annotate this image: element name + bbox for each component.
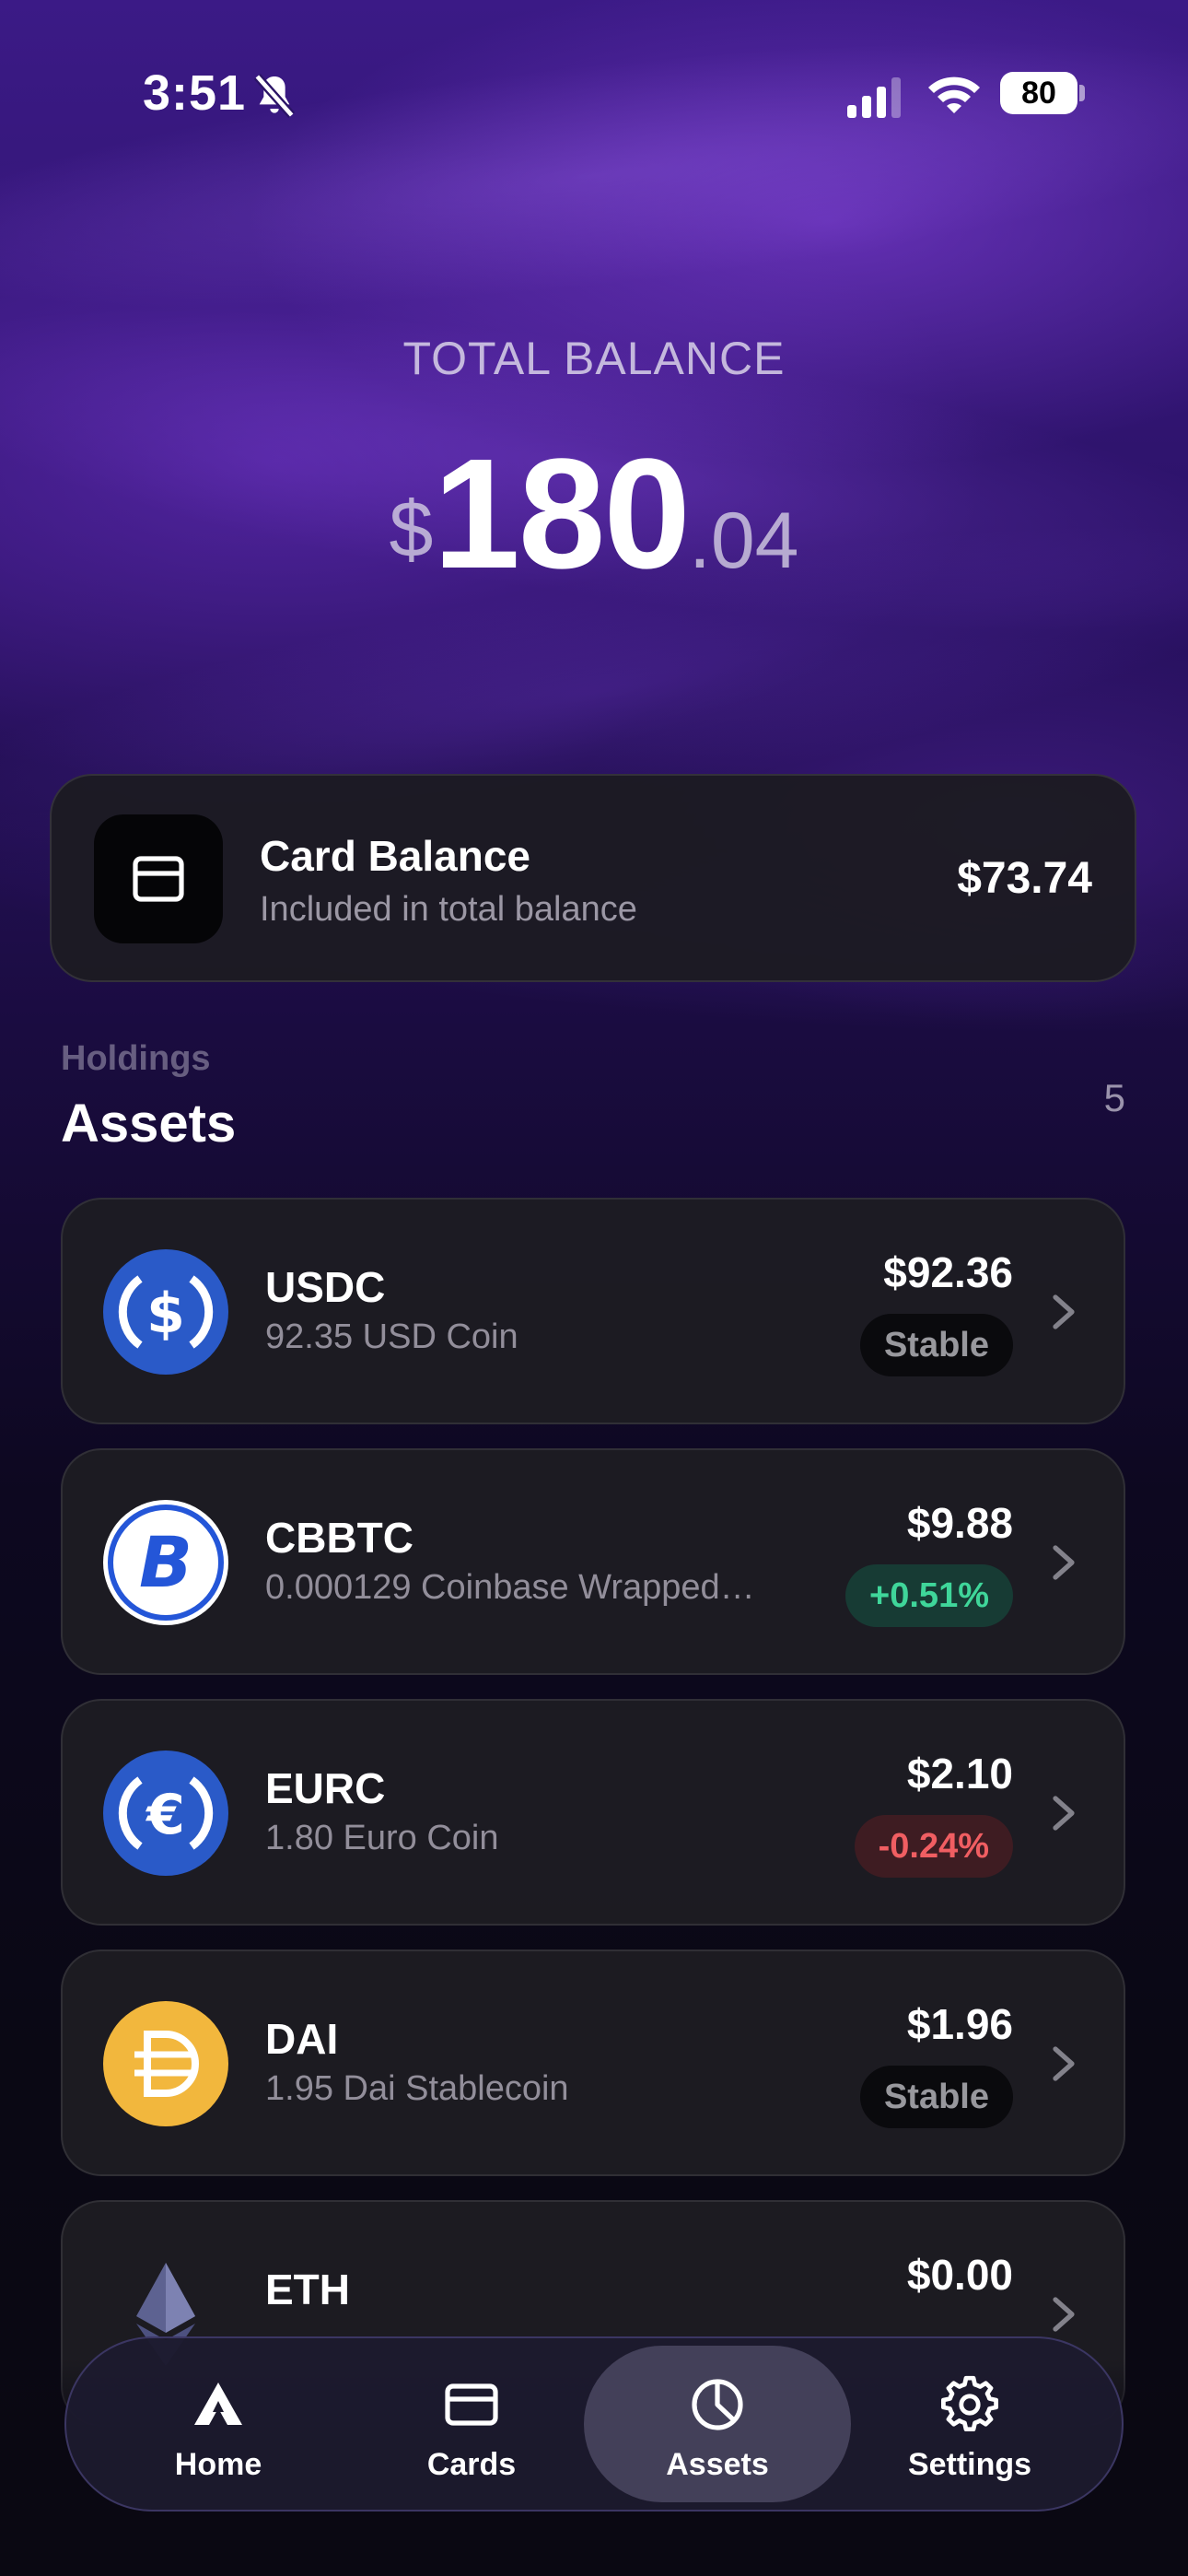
svg-text:€: €: [145, 1783, 185, 1847]
asset-row-cbbtc[interactable]: B CBBTC 0.000129 Coinbase Wrapped… $9.88…: [61, 1448, 1125, 1675]
svg-text:B: B: [139, 1521, 192, 1603]
wifi-icon: [928, 76, 980, 113]
euro-coin-icon: €: [103, 1751, 228, 1876]
asset-stable-badge: Stable: [859, 2066, 1013, 2128]
assets-heading: Assets: [61, 1094, 237, 1153]
asset-detail: 1.80 Euro Coin: [265, 1819, 499, 1857]
asset-detail: 92.35 USD Coin: [265, 1317, 518, 1356]
assets-screen: 3:51 80 TOTAL BALANCE $180.04 Card Balan…: [0, 0, 1188, 2576]
card-balance-amount: $73.74: [957, 854, 1092, 903]
total-balance-label: TOTAL BALANCE: [402, 333, 786, 384]
asset-value: $2.10: [906, 1750, 1013, 1797]
card-balance-subtitle: Included in total balance: [260, 890, 637, 929]
card-balance-title: Card Balance: [260, 832, 531, 880]
asset-symbol: USDC: [265, 1263, 386, 1311]
asset-symbol: CBBTC: [265, 1514, 413, 1562]
chevron-right-icon: [1053, 2297, 1075, 2332]
asset-stable-badge: Stable: [859, 1314, 1013, 1376]
usdc-icon: $: [103, 1249, 228, 1375]
holdings-label: Holdings: [61, 1039, 211, 1078]
battery-indicator: 80: [1000, 72, 1077, 114]
asset-value: $92.36: [883, 1248, 1013, 1296]
asset-row-eurc[interactable]: € EURC 1.80 Euro Coin $2.10 -0.24%: [61, 1699, 1125, 1926]
currency-symbol: $: [389, 486, 434, 574]
asset-symbol: ETH: [265, 2266, 350, 2313]
balance-fraction: .04: [688, 497, 799, 585]
chevron-right-icon: [1053, 1294, 1075, 1329]
card-balance-tile[interactable]: Card Balance Included in total balance $…: [50, 774, 1136, 982]
tab-settings[interactable]: Settings: [836, 2346, 1103, 2502]
tab-label: Assets: [666, 2447, 769, 2482]
asset-symbol: DAI: [265, 2015, 339, 2063]
tab-label: Cards: [426, 2447, 517, 2482]
asset-detail: 1.95 Dai Stablecoin: [265, 2069, 569, 2108]
asset-value: $9.88: [906, 1499, 1013, 1547]
asset-value: $0.00: [906, 2251, 1013, 2299]
status-time: 3:51: [143, 65, 247, 121]
chevron-right-icon: [1053, 2046, 1075, 2081]
asset-row-dai[interactable]: DAI 1.95 Dai Stablecoin $1.96 Stable: [61, 1950, 1125, 2176]
card-icon-box: [94, 814, 223, 943]
pie-chart-icon: [692, 2379, 743, 2430]
asset-detail: 0.000129 Coinbase Wrapped…: [265, 1568, 755, 1607]
status-bar: 3:51 80: [0, 64, 1188, 129]
chevron-right-icon: [1053, 1545, 1075, 1580]
tab-cards[interactable]: Cards: [338, 2346, 605, 2502]
asset-symbol: EURC: [265, 1764, 386, 1812]
battery-nub: [1079, 85, 1085, 101]
cellular-signal-icon: [847, 77, 901, 118]
total-balance-amount: $180.04: [0, 424, 1188, 604]
gear-icon: [941, 2375, 998, 2432]
chevron-right-icon: [1053, 1796, 1075, 1831]
svg-text:$: $: [146, 1282, 185, 1346]
bitcoin-icon: B: [103, 1500, 228, 1625]
bell-slash-icon: [253, 73, 296, 119]
home-logo-icon: [194, 2383, 242, 2425]
tab-assets[interactable]: Assets: [584, 2346, 851, 2502]
tab-label: Settings: [907, 2447, 1032, 2482]
tab-home[interactable]: Home: [85, 2346, 352, 2502]
card-icon: [133, 856, 184, 902]
tab-label: Home: [174, 2447, 262, 2482]
card-icon: [445, 2383, 498, 2426]
bottom-tab-bar: Home Cards Assets Settings: [64, 2336, 1124, 2512]
asset-value: $1.96: [906, 2000, 1013, 2048]
assets-count: 5: [1103, 1076, 1125, 1119]
asset-change-badge: +0.51%: [845, 1564, 1013, 1627]
asset-change-badge: -0.24%: [854, 1815, 1013, 1878]
background-wave: [0, 0, 1188, 377]
dai-icon: [103, 2001, 228, 2126]
asset-row-usdc[interactable]: $ USDC 92.35 USD Coin $92.36 Stable: [61, 1198, 1125, 1424]
balance-whole: 180: [433, 427, 691, 602]
